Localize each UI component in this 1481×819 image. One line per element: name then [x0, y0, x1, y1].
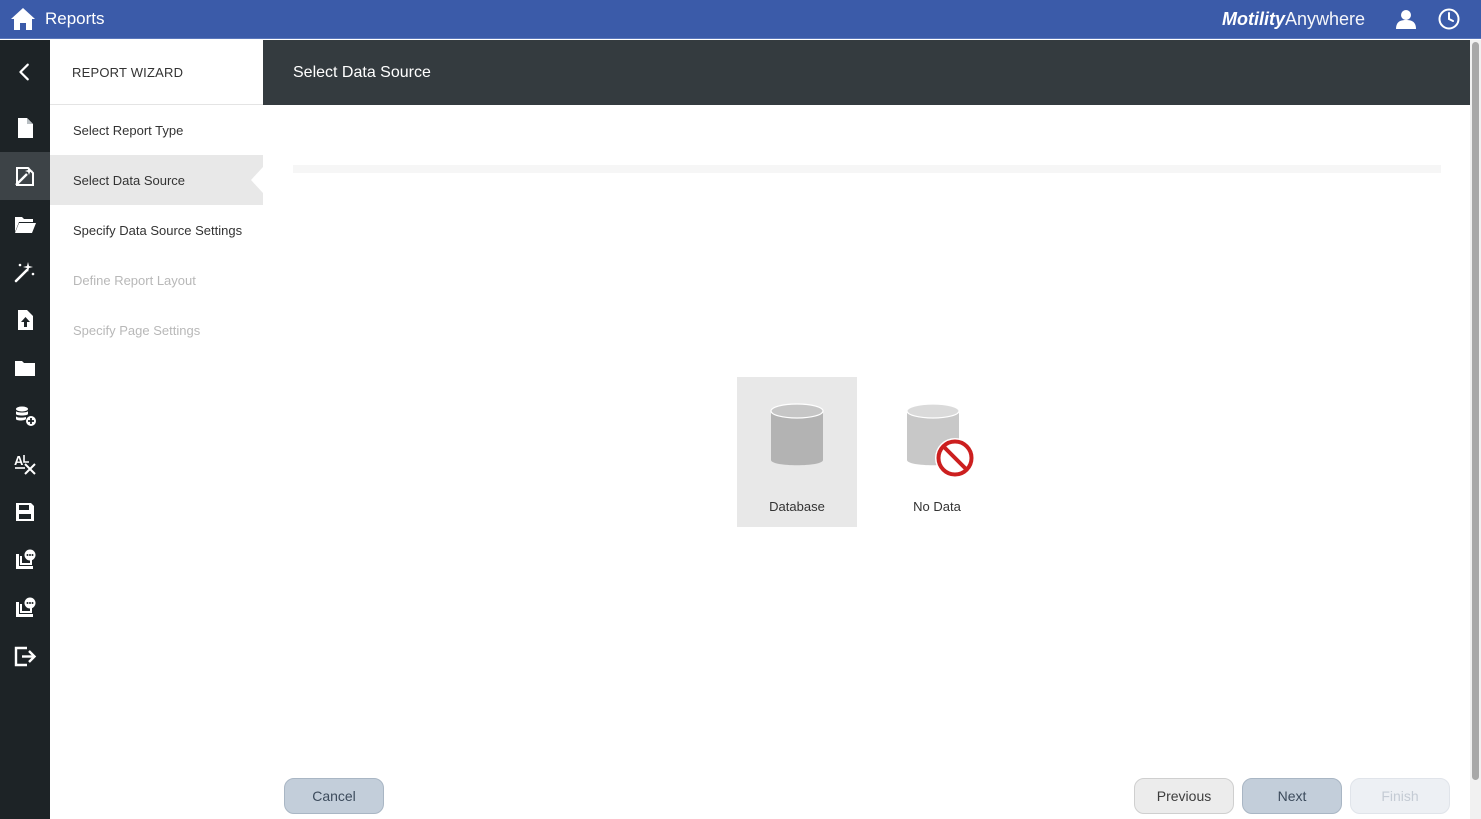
- add-datasource-icon[interactable]: [0, 392, 50, 440]
- option-label-no-data: No Data: [913, 499, 961, 514]
- wizard-heading: REPORT WIZARD: [50, 40, 263, 105]
- report-comment-icon[interactable]: [0, 536, 50, 584]
- exit-icon[interactable]: [0, 632, 50, 680]
- clock-icon[interactable]: [1438, 8, 1460, 30]
- user-icon[interactable]: [1395, 8, 1417, 30]
- brand-bold: Motility: [1222, 9, 1285, 29]
- save-icon[interactable]: [0, 488, 50, 536]
- datasource-option-no-data[interactable]: No Data: [877, 377, 997, 527]
- new-report-icon[interactable]: [0, 104, 50, 152]
- app-title: Reports: [45, 9, 105, 28]
- option-label-database: Database: [769, 499, 825, 514]
- step-define-report-layout: Define Report Layout: [73, 272, 196, 288]
- top-header-bar: Reports MotilityAnywhere: [0, 0, 1481, 39]
- cancel-button[interactable]: Cancel: [284, 778, 384, 814]
- step-specify-page-settings: Specify Page Settings: [73, 322, 201, 338]
- folder-icon[interactable]: [0, 344, 50, 392]
- main-content: Database No Data Cancel Previous Next Fi…: [263, 105, 1470, 819]
- report-wizard-icon[interactable]: [0, 152, 50, 200]
- back-arrow-icon[interactable]: [0, 40, 50, 104]
- step-select-data-source[interactable]: Select Data Source: [50, 155, 263, 205]
- localization-icon[interactable]: A: [0, 440, 50, 488]
- home-icon[interactable]: [10, 7, 36, 31]
- no-data-icon: [907, 403, 975, 478]
- step-select-report-type[interactable]: Select Report Type: [50, 105, 263, 155]
- datasource-option-database[interactable]: Database: [737, 377, 857, 527]
- svg-text:A: A: [14, 453, 24, 468]
- divider: [293, 165, 1441, 173]
- step-specify-data-source-settings[interactable]: Specify Data Source Settings: [50, 205, 263, 255]
- left-icon-rail: A: [0, 40, 50, 819]
- next-button[interactable]: Next: [1242, 778, 1342, 814]
- brand-logo: MotilityAnywhere: [1222, 9, 1365, 30]
- previous-button[interactable]: Previous: [1134, 778, 1234, 814]
- wizard-nav-panel: REPORT WIZARD Select Report Type Select …: [50, 40, 263, 819]
- open-folder-icon[interactable]: [0, 200, 50, 248]
- magic-wand-icon[interactable]: [0, 248, 50, 296]
- brand-light: Anywhere: [1285, 9, 1366, 29]
- upload-file-icon[interactable]: [0, 296, 50, 344]
- scrollbar-thumb[interactable]: [1472, 42, 1479, 780]
- report-comment-alt-icon[interactable]: [0, 584, 50, 632]
- page-title: Select Data Source: [263, 40, 1470, 105]
- finish-button: Finish: [1350, 778, 1450, 814]
- database-icon: [770, 403, 824, 466]
